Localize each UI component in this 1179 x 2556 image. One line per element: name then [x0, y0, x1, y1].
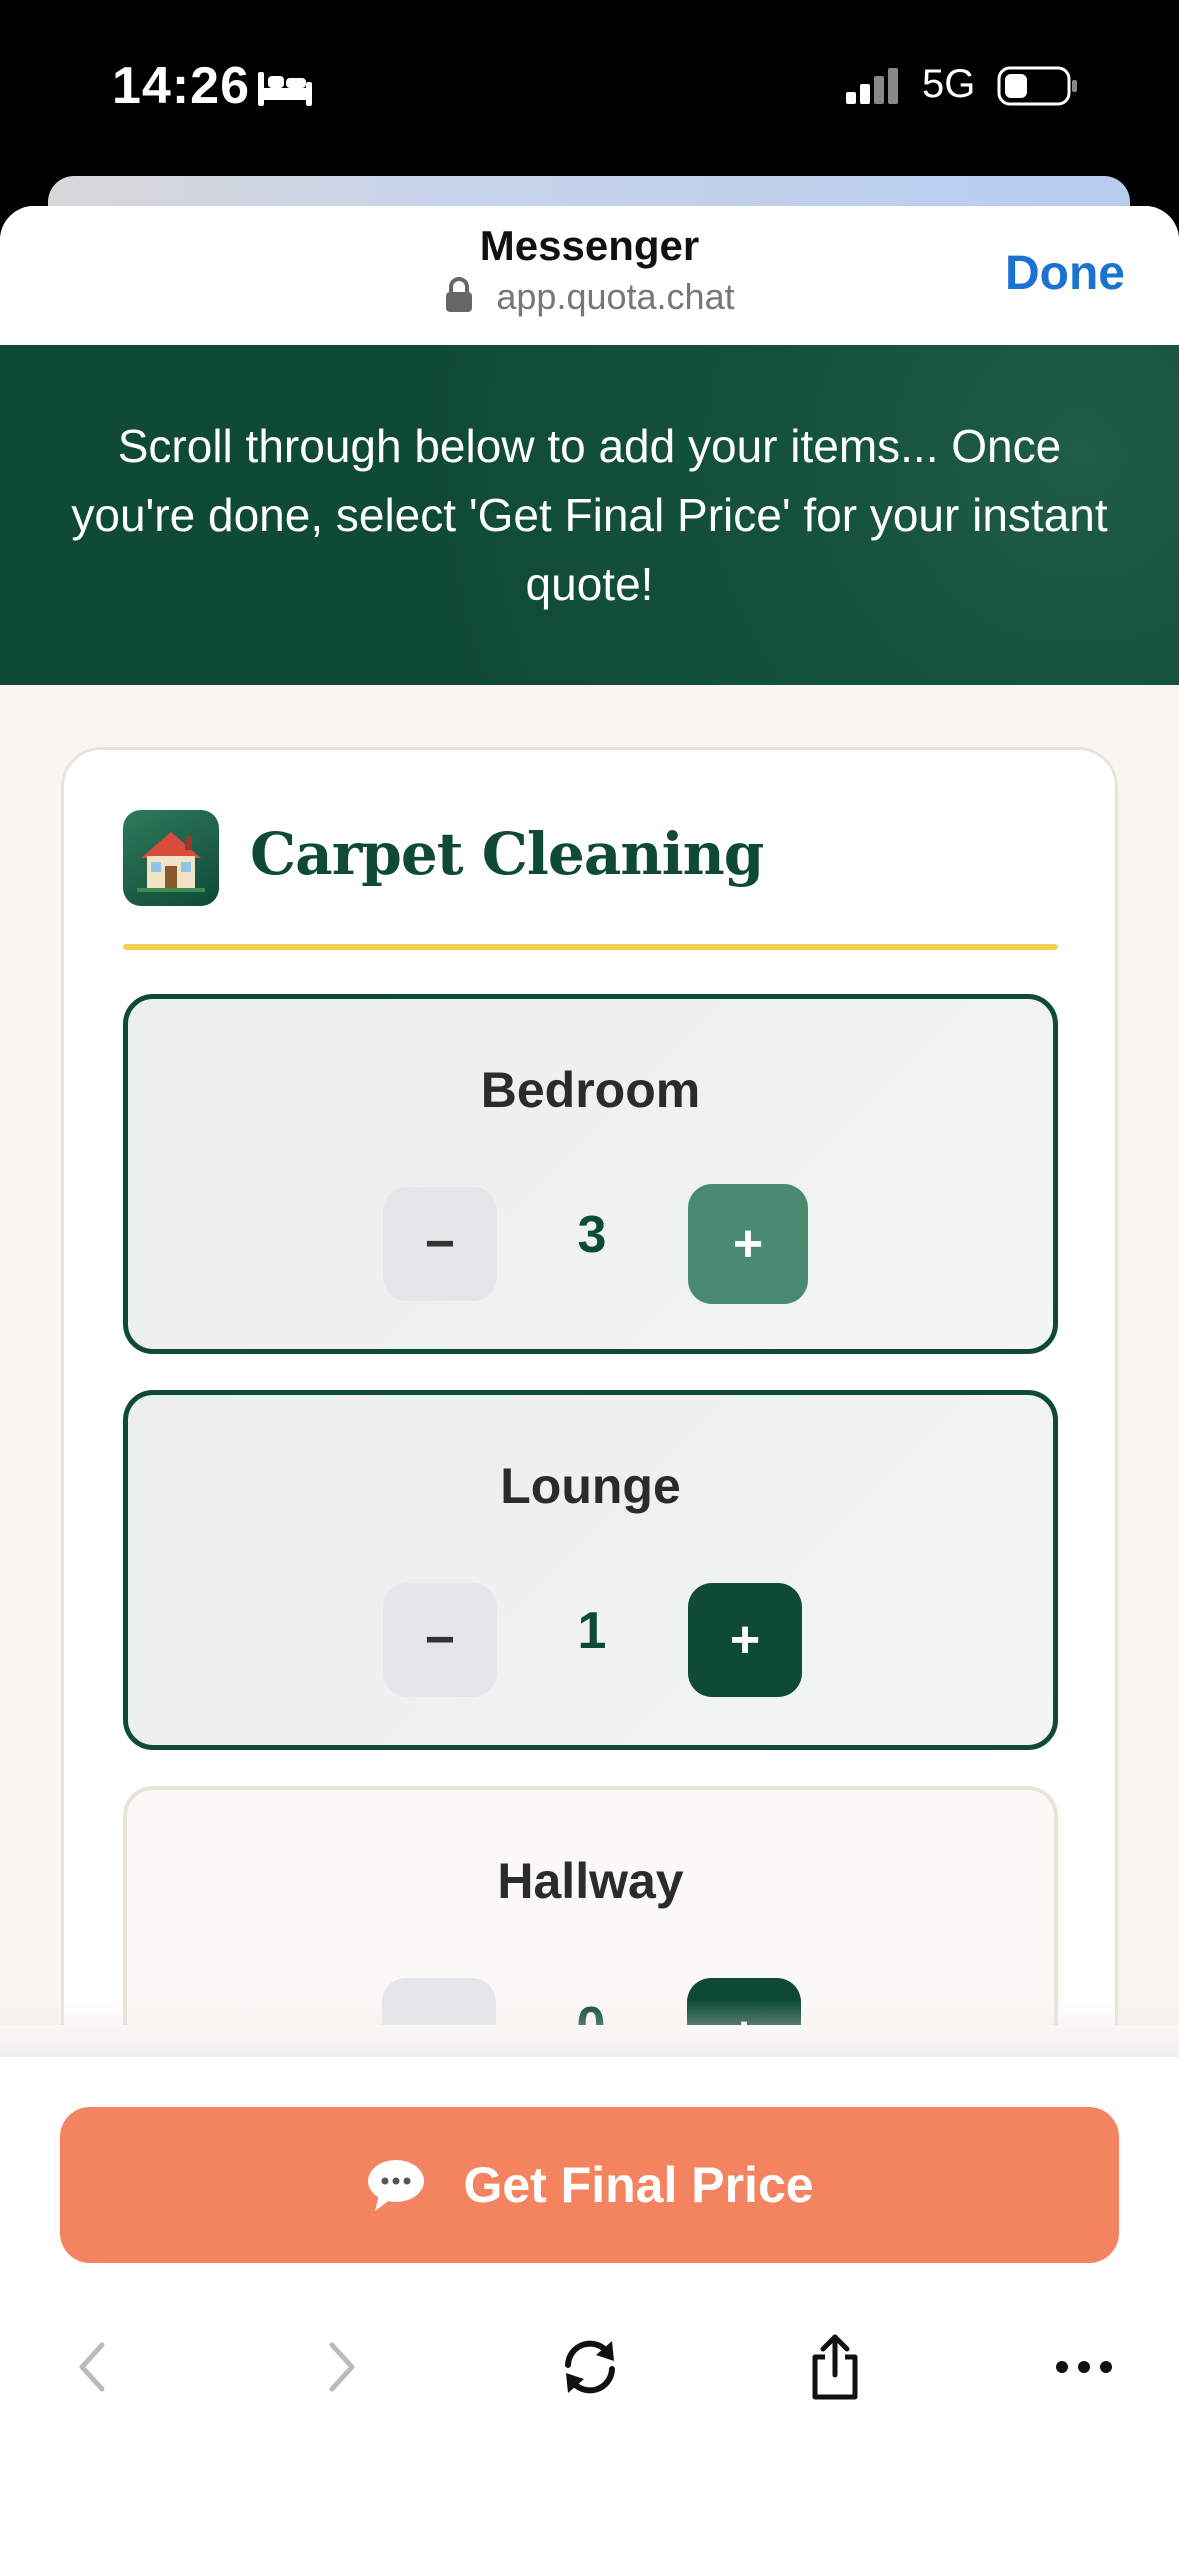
- item-hallway[interactable]: Hallway − 0 +: [123, 1786, 1058, 2025]
- decrease-button[interactable]: −: [383, 1187, 497, 1301]
- house-icon: [123, 810, 219, 906]
- status-bar: 14:26 5G: [0, 0, 1179, 175]
- sheet-header: Messenger app.quota.chat Done: [0, 206, 1179, 345]
- quantity-value: 3: [577, 1206, 607, 1264]
- get-final-price-button[interactable]: Get Final Price: [60, 2107, 1119, 2263]
- status-time: 14:26: [112, 57, 250, 115]
- quantity-stepper: − 3 +: [128, 1184, 1053, 1304]
- speech-bubble-icon: [368, 2160, 425, 2211]
- increase-button[interactable]: +: [688, 1184, 808, 1304]
- network-label: 5G: [922, 62, 976, 106]
- browser-toolbar: [0, 2307, 1179, 2427]
- cta-label: Get Final Price: [463, 2157, 814, 2213]
- done-button[interactable]: Done: [1005, 246, 1125, 301]
- signal-icon: [846, 68, 898, 104]
- content-area[interactable]: Carpet Cleaning Bedroom − 3 + Lounge − 1…: [0, 685, 1179, 2025]
- card-divider: [123, 944, 1058, 950]
- card-title: Carpet Cleaning: [250, 820, 764, 888]
- url-text: app.quota.chat: [496, 276, 735, 317]
- service-card: Carpet Cleaning Bedroom − 3 + Lounge − 1…: [61, 747, 1118, 2025]
- back-icon[interactable]: [52, 2327, 132, 2407]
- item-name: Lounge: [500, 1458, 681, 1514]
- decrease-button[interactable]: −: [383, 1583, 497, 1697]
- footer: Get Final Price: [0, 2057, 1179, 2556]
- bed-icon: [258, 72, 312, 106]
- screen: 14:26 5G Messenger app.quota.chat Done S…: [0, 0, 1179, 2556]
- sheet-title: Messenger: [479, 222, 700, 269]
- url-bar: app.quota.chat: [0, 276, 1179, 318]
- battery-icon: [997, 66, 1077, 106]
- forward-icon[interactable]: [302, 2327, 382, 2407]
- item-bedroom[interactable]: Bedroom − 3 +: [123, 994, 1058, 1354]
- more-icon[interactable]: [1044, 2327, 1124, 2407]
- instructions-banner: Scroll through below to add your items..…: [0, 345, 1179, 685]
- reload-icon[interactable]: [550, 2327, 630, 2407]
- item-name: Hallway: [497, 1853, 684, 1909]
- lock-icon: [446, 277, 473, 312]
- share-icon[interactable]: [795, 2327, 875, 2407]
- increase-button[interactable]: +: [688, 1583, 802, 1697]
- footer-shadow: [0, 2000, 1179, 2057]
- item-name: Bedroom: [480, 1062, 701, 1118]
- quantity-stepper: − 1 +: [128, 1583, 1053, 1699]
- quantity-value: 1: [577, 1602, 607, 1660]
- item-lounge[interactable]: Lounge − 1 +: [123, 1390, 1058, 1750]
- banner-text: Scroll through below to add your items..…: [71, 419, 1108, 610]
